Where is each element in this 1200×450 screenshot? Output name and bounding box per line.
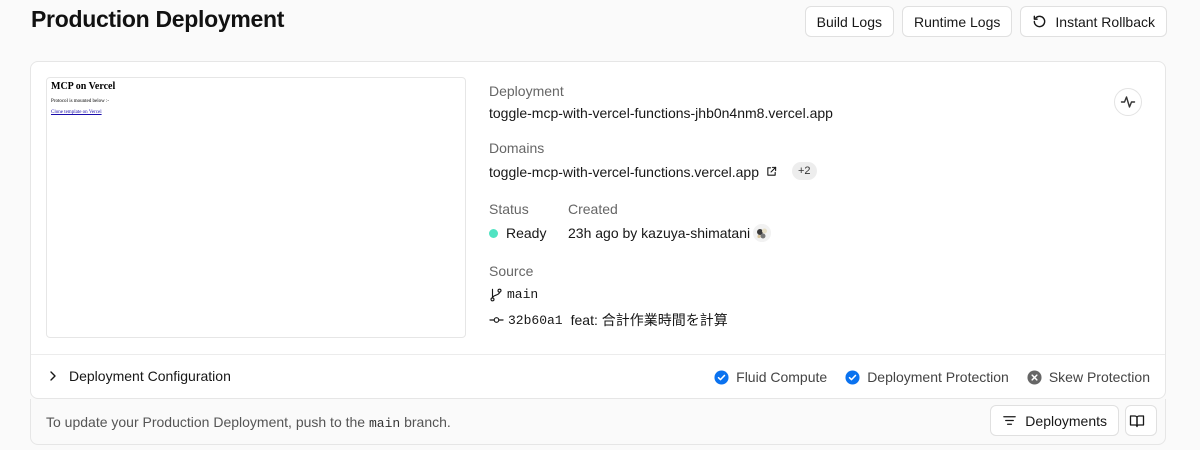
instant-rollback-button[interactable]: Instant Rollback bbox=[1020, 6, 1167, 37]
deployment-preview[interactable]: MCP on Vercel Protocol is mounted below … bbox=[46, 77, 466, 338]
footer-text-before: To update your Production Deployment, pu… bbox=[46, 414, 369, 430]
header-actions: Build Logs Runtime Logs Instant Rollback bbox=[804, 6, 1167, 37]
domains-label: Domains bbox=[489, 140, 545, 156]
footer-actions: Deployments bbox=[990, 405, 1157, 436]
filter-icon bbox=[1003, 416, 1017, 425]
deployment-configuration-toggle[interactable]: Deployment Configuration bbox=[47, 368, 231, 384]
check-circle-icon bbox=[845, 369, 860, 385]
preview-link: Clone template on Vercel bbox=[51, 110, 102, 115]
status-label: Status bbox=[489, 201, 529, 217]
instant-rollback-label: Instant Rollback bbox=[1055, 13, 1155, 30]
feature-skew-protection: Skew Protection bbox=[1027, 369, 1150, 385]
commit-message: feat: 合計作業時間を計算 bbox=[570, 312, 728, 328]
deployment-configuration-row: Deployment Configuration Fluid Compute D… bbox=[31, 355, 1165, 400]
branch-name: main bbox=[507, 287, 539, 302]
activity-icon bbox=[1120, 96, 1136, 108]
domain-link[interactable]: toggle-mcp-with-vercel-functions.vercel.… bbox=[489, 164, 777, 180]
avatar-image bbox=[753, 224, 771, 242]
page-title: Production Deployment bbox=[31, 6, 285, 32]
external-link-icon bbox=[767, 166, 777, 176]
feature-label: Skew Protection bbox=[1048, 369, 1150, 385]
created-label: Created bbox=[568, 201, 618, 217]
feature-label: Fluid Compute bbox=[736, 369, 828, 385]
preview-text: Protocol is mounted below :- bbox=[51, 99, 110, 104]
feature-label: Deployment Protection bbox=[867, 369, 1009, 385]
chevron-right-icon bbox=[50, 371, 56, 381]
docs-button[interactable] bbox=[1125, 405, 1157, 436]
commit-hash: 32b60a1 bbox=[508, 312, 563, 328]
footer-branch: main bbox=[368, 416, 401, 431]
preview-title: MCP on Vercel bbox=[51, 81, 116, 92]
status-value: Ready bbox=[506, 225, 547, 241]
extra-domains-badge[interactable]: +2 bbox=[792, 162, 817, 180]
activity-button[interactable] bbox=[1114, 88, 1142, 116]
x-circle-icon bbox=[1027, 369, 1042, 385]
feature-list: Fluid Compute Deployment Protection Skew… bbox=[714, 369, 1150, 385]
deployments-button[interactable]: Deployments bbox=[990, 405, 1119, 436]
footer-text-after: branch. bbox=[400, 414, 451, 430]
runtime-logs-label: Runtime Logs bbox=[914, 13, 1001, 30]
git-branch-icon bbox=[490, 288, 502, 301]
build-logs-button[interactable]: Build Logs bbox=[804, 6, 894, 37]
feature-fluid-compute: Fluid Compute bbox=[714, 369, 827, 385]
build-logs-label: Build Logs bbox=[816, 13, 882, 30]
deployment-url-link[interactable]: toggle-mcp-with-vercel-functions-jhb0n4n… bbox=[489, 105, 833, 121]
footer-message: To update your Production Deployment, pu… bbox=[46, 414, 451, 431]
source-branch[interactable]: main bbox=[489, 287, 538, 302]
feature-deployment-protection: Deployment Protection bbox=[845, 369, 1009, 385]
created-value: 23h ago by kazuya-shimatani bbox=[568, 225, 751, 241]
domain-text: toggle-mcp-with-vercel-functions.vercel.… bbox=[489, 164, 759, 180]
check-circle-icon bbox=[714, 369, 729, 385]
avatar bbox=[753, 224, 771, 242]
book-icon bbox=[1129, 414, 1145, 427]
rollback-icon bbox=[1034, 15, 1046, 28]
source-commit[interactable]: 32b60a1 feat: 合計作業時間を計算 bbox=[489, 310, 728, 330]
git-commit-icon bbox=[489, 317, 504, 323]
deployment-label: Deployment bbox=[489, 83, 564, 99]
deployments-label: Deployments bbox=[1025, 412, 1107, 429]
status-indicator bbox=[489, 229, 498, 238]
deployment-card: MCP on Vercel Protocol is mounted below … bbox=[30, 61, 1166, 399]
deployment-configuration-label: Deployment Configuration bbox=[69, 368, 231, 384]
source-label: Source bbox=[489, 263, 534, 279]
runtime-logs-button[interactable]: Runtime Logs bbox=[902, 6, 1013, 37]
page-header: Production Deployment Build Logs Runtime… bbox=[0, 0, 1200, 44]
footer: To update your Production Deployment, pu… bbox=[30, 399, 1166, 445]
